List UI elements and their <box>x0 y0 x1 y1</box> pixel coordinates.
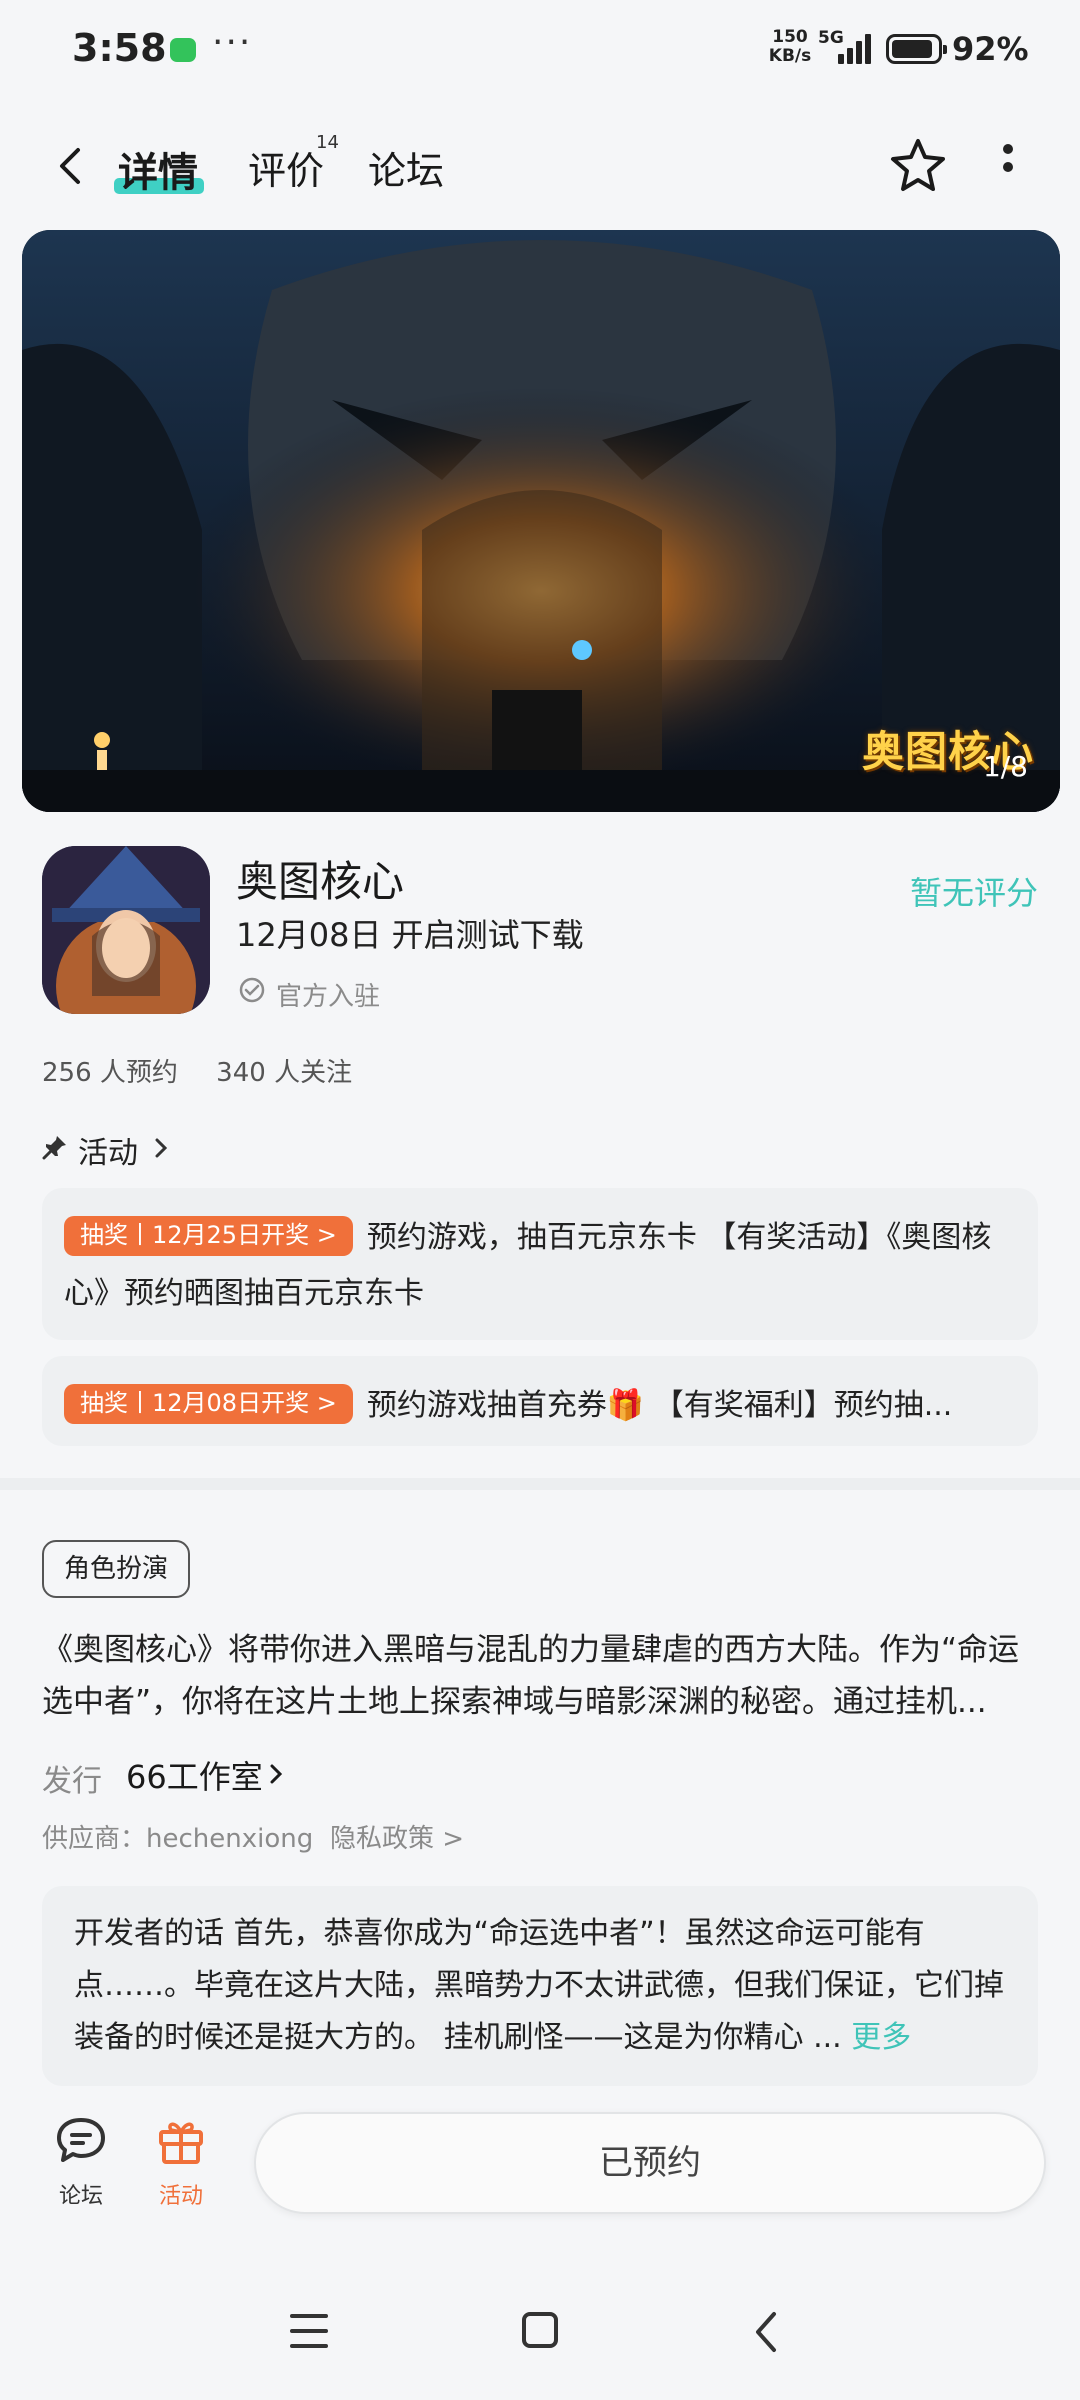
lottery-tag: 抽奖丨12月08日开奖 <box>64 1384 353 1424</box>
chevron-right-icon <box>270 1764 283 1784</box>
verified-check-icon <box>239 977 265 1003</box>
genre-tag[interactable]: 角色扮演 <box>42 1540 191 1598</box>
app-icon <box>42 846 210 1014</box>
recent-apps-icon[interactable] <box>290 2314 328 2348</box>
forum-chat-icon <box>57 2118 105 2162</box>
pin-icon <box>42 1136 66 1160</box>
wechat-notification-icon <box>170 38 196 62</box>
activity-text: 预约游戏抽首充券🎁 【有奖福利】预约抽... <box>366 1388 953 1423</box>
tab-review[interactable]: 评价 <box>248 140 324 195</box>
forum-label: 论坛 <box>58 2184 103 2209</box>
stats-row: 256 人预约 340 人关注 <box>42 1052 382 1089</box>
follower-count: 340 人关注 <box>216 1058 353 1088</box>
activity-card[interactable]: 抽奖丨12月25日开奖预约游戏，抽百元京东卡 【有奖活动】《奥图核心》预约晒图抽… <box>42 1188 1038 1340</box>
more-link[interactable]: 更多 <box>851 2020 911 2055</box>
more-options-icon[interactable] <box>998 144 1018 188</box>
home-icon[interactable] <box>522 2312 558 2348</box>
activity-shortcut[interactable]: 活动 <box>148 2112 214 2210</box>
back-arrow-icon[interactable] <box>50 144 94 188</box>
tab-detail[interactable]: 详情 <box>118 140 198 198</box>
privacy-policy-link[interactable]: 隐私政策 > <box>330 1818 464 1855</box>
battery-fill <box>892 40 933 58</box>
section-divider <box>0 1478 1080 1490</box>
battery-icon <box>886 34 947 64</box>
publisher-name: 66工作室 <box>126 1758 263 1796</box>
app-name: 奥图核心 <box>236 857 405 906</box>
reserved-button[interactable]: 已预约 <box>254 2112 1046 2214</box>
favorite-star-icon[interactable] <box>888 136 948 196</box>
official-label: 官方入驻 <box>276 982 381 1012</box>
supplier-info: 供应商：hechenxiong <box>42 1824 314 1854</box>
battery-percentage: 92% <box>952 30 1029 68</box>
rating-status: 暂无评分 <box>909 874 1038 912</box>
activity-label: 活动 <box>158 2184 203 2209</box>
forum-shortcut[interactable]: 论坛 <box>48 2112 114 2210</box>
reservation-count: 256 人预约 <box>42 1058 178 1088</box>
bottom-action-bar: 论坛 活动 已预约 <box>0 2098 1080 2228</box>
status-time: 3:58 <box>72 26 167 70</box>
system-back-icon[interactable] <box>752 2310 782 2354</box>
chevron-right-icon <box>155 1138 168 1158</box>
banner-page-counter: 1/8 <box>982 750 1028 783</box>
tab-forum[interactable]: 论坛 <box>368 140 444 195</box>
lottery-tag: 抽奖丨12月25日开奖 <box>64 1216 353 1256</box>
game-description[interactable]: 《奥图核心》将带你进入黑暗与混乱的力量肆虐的西方大陆。作为“命运选中者”，你将在… <box>42 1624 1040 1728</box>
activity-title: 活动 <box>78 1136 138 1171</box>
top-navigation: 详情 评价 14 论坛 <box>0 120 1080 212</box>
network-speed: 150 KB/s <box>766 28 814 66</box>
gift-icon <box>159 2122 203 2164</box>
system-navigation-bar <box>0 2290 1080 2400</box>
publisher-label: 发行 <box>42 1764 102 1799</box>
release-info: 12月08日 开启测试下载 <box>236 916 584 954</box>
more-notifications-icon: ··· <box>212 22 253 63</box>
review-count-badge: 14 <box>316 132 339 153</box>
game-banner-carousel[interactable]: 奥图核心 1/8 <box>22 230 1060 812</box>
network-speed-unit: KB/s <box>768 46 812 66</box>
network-speed-value: 150 <box>772 27 808 47</box>
status-bar: 3:58 ··· 150 KB/s 5G 92% <box>0 0 1080 100</box>
activity-card[interactable]: 抽奖丨12月08日开奖预约游戏抽首充券🎁 【有奖福利】预约抽... <box>42 1356 1038 1446</box>
developer-note-card[interactable]: 开发者的话 首先，恭喜你成为“命运选中者”！虽然这命运可能有点……。毕竟在这片大… <box>42 1886 1038 2086</box>
signal-icon <box>838 32 872 64</box>
